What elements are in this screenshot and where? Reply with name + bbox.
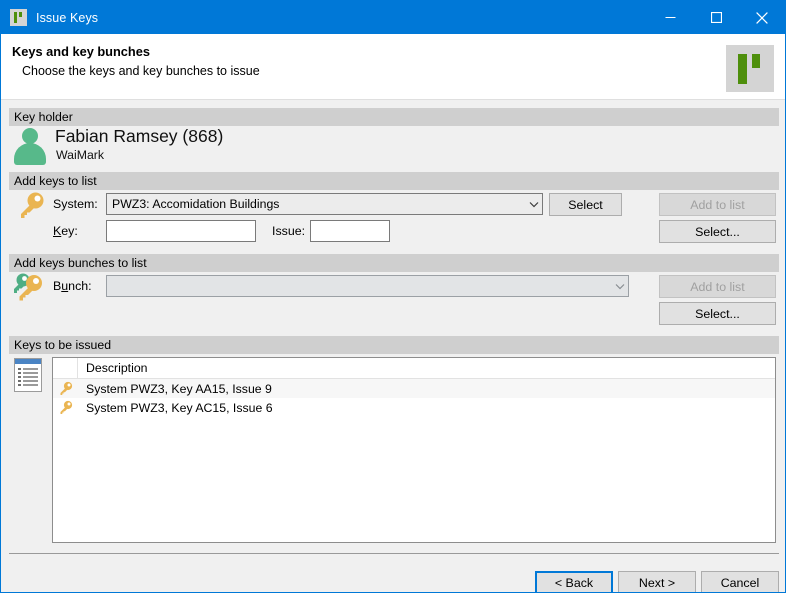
dialog-body: Key holder Fabian Ramsey (868) WaiMark A… [1,100,785,592]
key-input[interactable] [106,220,256,242]
column-header-description: Description [86,361,148,375]
title-bar: Issue Keys [1,1,785,34]
minimize-icon[interactable] [647,1,693,34]
key-icon [15,191,45,226]
avatar [13,128,47,165]
window-controls [647,1,785,34]
cancel-button[interactable]: Cancel [701,571,779,592]
page-title: Keys and key bunches [12,44,150,59]
page-subtitle: Choose the keys and key bunches to issue [22,64,260,78]
wizard-header: Keys and key bunches Choose the keys and… [1,34,785,100]
group-title-keys-to-be-issued: Keys to be issued [14,338,112,352]
group-header-add-bunches: Add keys bunches to list [9,254,779,272]
maximize-icon[interactable] [693,1,739,34]
row-description: System PWZ3, Key AA15, Issue 9 [86,381,272,396]
close-icon[interactable] [739,1,785,34]
key-holder-organisation: WaiMark [56,148,105,162]
list-column-header: Description [53,358,775,379]
select-bunch-button[interactable]: Select... [659,302,776,325]
key-icon [53,381,78,396]
key-bunch-icon [12,272,48,309]
issue-input[interactable] [310,220,390,242]
next-button[interactable]: Next > [618,571,696,592]
issue-label: Issue: [272,224,306,238]
select-system-button[interactable]: Select [549,193,622,216]
window-title: Issue Keys [36,10,99,25]
row-description: System PWZ3, Key AC15, Issue 6 [86,400,273,415]
key-icon [53,400,78,415]
brand-logo [726,45,774,92]
group-header-add-keys: Add keys to list [9,172,779,190]
add-keys-to-list-button[interactable]: Add to list [659,193,776,216]
key-holder-name: Fabian Ramsey (868) [55,126,224,146]
group-header-keys-to-be-issued: Keys to be issued [9,336,779,354]
group-header-key-holder: Key holder [9,108,779,126]
app-logo-icon [10,9,27,26]
footer-divider [9,553,779,554]
add-bunches-to-list-button[interactable]: Add to list [659,275,776,298]
chevron-down-icon [525,201,542,208]
list-document-icon [14,358,42,392]
keys-to-be-issued-list[interactable]: Description System PWZ3, Key AA15, Issue… [52,357,776,543]
group-title-add-keys: Add keys to list [14,174,97,188]
bunch-label: Bunch: [53,279,92,293]
back-button[interactable]: < Back [535,571,613,592]
table-row[interactable]: System PWZ3, Key AC15, Issue 6 [53,398,775,417]
table-row[interactable]: System PWZ3, Key AA15, Issue 9 [53,379,775,398]
issue-keys-window: Issue Keys Keys and key bunches Choose t… [0,0,786,593]
group-title-key-holder: Key holder [14,110,73,124]
bunch-dropdown[interactable] [106,275,629,297]
group-title-add-bunches: Add keys bunches to list [14,256,147,270]
select-key-button[interactable]: Select... [659,220,776,243]
chevron-down-icon [611,283,628,290]
system-label: System: [53,197,98,211]
system-dropdown[interactable]: PWZ3: Accomidation Buildings [106,193,543,215]
system-dropdown-value: PWZ3: Accomidation Buildings [112,197,280,211]
key-label: Key: [53,224,78,238]
